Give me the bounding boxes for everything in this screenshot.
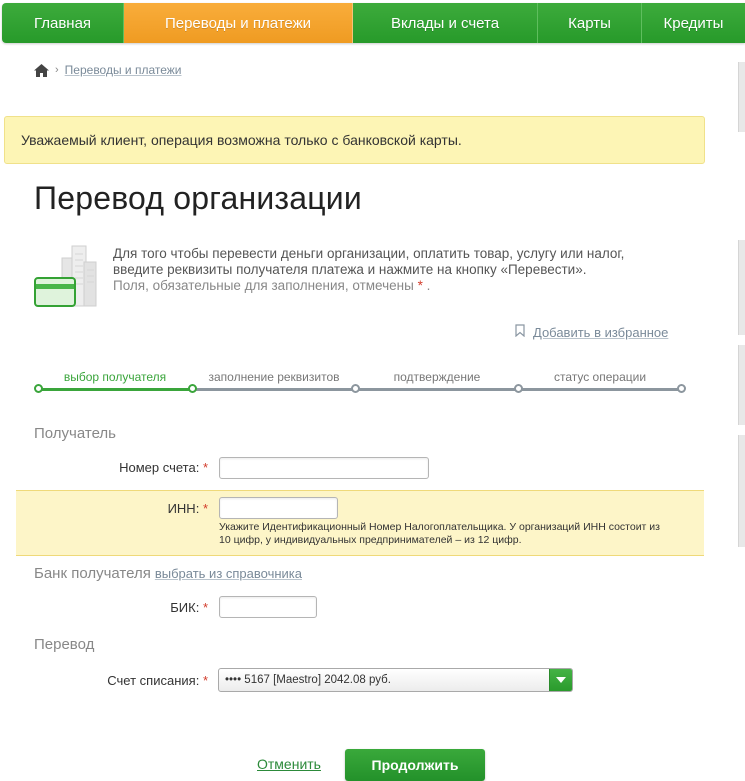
inn-label: ИНН: * <box>60 501 208 516</box>
step-dot-1 <box>188 384 197 393</box>
page-title: Перевод организации <box>34 180 362 216</box>
account-number-input[interactable] <box>219 457 429 479</box>
side-panel-edge <box>738 240 745 335</box>
required-mark: * <box>417 278 423 293</box>
section-title-transfer: Перевод <box>34 636 95 653</box>
inn-hint-line-2: 10 цифр, у индивидуальных предпринимател… <box>219 534 522 546</box>
step-label-2: заполнение реквизитов <box>208 370 340 384</box>
description-line-2: введите реквизиты получателя платежа и н… <box>113 262 587 277</box>
nav-item-home[interactable]: Главная <box>2 3 124 43</box>
section-title-bank: Банк получателя выбрать из справочника <box>34 565 302 582</box>
bookmark-icon <box>515 324 525 340</box>
required-note: Поля, обязательные для заполнения, отмеч… <box>113 278 414 293</box>
continue-button[interactable]: Продолжить <box>345 749 485 781</box>
card-buildings-icon <box>34 244 100 308</box>
nav-item-deposits[interactable]: Вклады и счета <box>353 3 538 43</box>
nav-item-cards[interactable]: Карты <box>538 3 642 43</box>
section-title-bank-text: Банк получателя <box>34 565 151 582</box>
notice-text: Уважаемый клиент, операция возможна толь… <box>21 132 462 148</box>
inn-label-text: ИНН: <box>167 501 200 516</box>
inn-hint: Укажите Идентификационный Номер Налогопл… <box>219 521 689 547</box>
account-number-label-text: Номер счета: <box>119 460 200 475</box>
notice-banner: Уважаемый клиент, операция возможна толь… <box>4 116 705 164</box>
side-panel-edge <box>738 345 745 425</box>
step-label-3: подтверждение <box>393 370 481 384</box>
cancel-link[interactable]: Отменить <box>257 756 321 772</box>
required-mark: * <box>202 501 208 516</box>
required-mark: * <box>202 673 208 688</box>
step-dot-end <box>677 384 686 393</box>
step-dot-3 <box>514 384 523 393</box>
nav-item-label: Главная <box>33 14 92 32</box>
add-to-favorites[interactable]: Добавить в избранное <box>515 324 668 340</box>
debit-account-selected-value: •••• 5167 [Maestro] 2042.08 руб. <box>225 674 391 686</box>
inn-hint-line-1: Укажите Идентификационный Номер Налогопл… <box>219 521 660 533</box>
side-panel-edge <box>738 435 745 547</box>
section-title-recipient: Получатель <box>34 425 116 442</box>
bik-label: БИК: * <box>60 600 208 615</box>
inn-input[interactable] <box>219 497 338 519</box>
breadcrumb: › Переводы и платежи <box>34 62 182 78</box>
step-dot-start <box>34 384 43 393</box>
bik-label-text: БИК: <box>170 600 200 615</box>
debit-account-label-text: Счет списания: <box>107 673 200 688</box>
step-label-4: статус операции <box>553 370 647 384</box>
nav-item-transfers[interactable]: Переводы и платежи <box>124 3 353 43</box>
account-number-label: Номер счета: * <box>60 460 208 475</box>
description-line-3: Поля, обязательные для заполнения, отмеч… <box>113 278 693 294</box>
add-to-favorites-link[interactable]: Добавить в избранное <box>533 325 668 340</box>
nav-item-credits[interactable]: Кредиты <box>642 3 745 43</box>
required-mark: * <box>202 600 208 615</box>
step-line-done <box>38 388 192 391</box>
debit-account-select[interactable]: •••• 5167 [Maestro] 2042.08 руб. <box>218 668 573 692</box>
bik-input[interactable] <box>219 596 317 618</box>
breadcrumb-link-transfers[interactable]: Переводы и платежи <box>65 63 182 77</box>
description-line-1: Для того чтобы перевести деньги организа… <box>113 246 625 261</box>
required-mark: * <box>202 460 208 475</box>
choose-from-directory-link[interactable]: выбрать из справочника <box>155 566 302 581</box>
nav-item-label: Вклады и счета <box>390 14 500 32</box>
debit-account-label: Счет списания: * <box>40 673 208 688</box>
step-line-pending <box>192 388 682 391</box>
description: Для того чтобы перевести деньги организа… <box>113 246 693 294</box>
required-note-end: . <box>426 278 431 293</box>
chevron-down-icon[interactable] <box>549 669 572 691</box>
home-icon[interactable] <box>34 63 49 77</box>
nav-item-label: Карты <box>568 14 611 32</box>
side-panel-edge <box>738 62 745 132</box>
top-nav: Главная Переводы и платежи Вклады и счет… <box>0 0 745 46</box>
breadcrumb-separator: › <box>55 64 59 76</box>
step-label-1: выбор получателя <box>63 370 167 384</box>
step-dot-2 <box>351 384 360 393</box>
nav-item-label: Переводы и платежи <box>164 14 312 32</box>
nav-item-label: Кредиты <box>663 14 724 32</box>
